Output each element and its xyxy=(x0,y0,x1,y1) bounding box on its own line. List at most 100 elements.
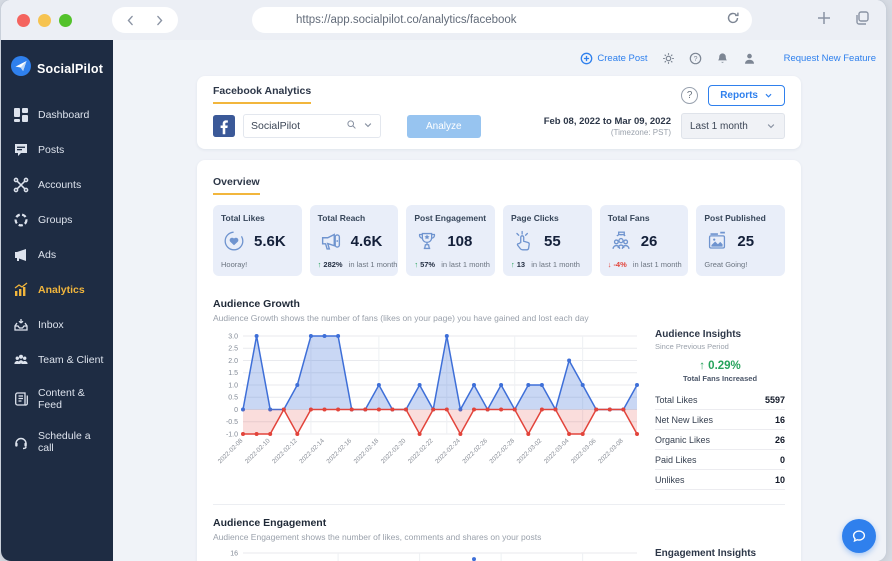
stat-footer: Great Going! xyxy=(704,260,748,269)
stat-footer: Hooray! xyxy=(221,260,248,269)
svg-text:2022-02-16: 2022-02-16 xyxy=(325,437,353,465)
audience-insights-panel: Audience Insights Since Previous Period … xyxy=(655,329,785,490)
close-window-button[interactable] xyxy=(17,13,30,27)
create-post-button[interactable]: Create Post xyxy=(580,52,648,65)
svg-text:-1.0: -1.0 xyxy=(226,431,238,438)
bell-icon[interactable] xyxy=(716,52,729,65)
minimize-window-button[interactable] xyxy=(38,13,51,27)
request-new-feature-label: Request New Feature xyxy=(783,52,876,64)
brand-name: SocialPilot xyxy=(37,61,104,76)
browser-nav xyxy=(112,7,178,33)
audience-growth-chart: 3.0 2.5 2.0 1.5 1.0 0.5 0 -0.5 -1.0 2022-02-08 202… xyxy=(213,329,645,490)
sidebar-item-schedule-a-call[interactable]: Schedule a call xyxy=(1,420,113,463)
sidebar-nav: Dashboard Posts Accounts Groups Ads Anal… xyxy=(1,97,113,463)
audience-growth-chart-svg: 3.02.52.01.51.00.50-0.5-1.02022-02-08 202… xyxy=(217,333,639,465)
svg-text:2022-03-08: 2022-03-08 xyxy=(597,437,625,465)
stat-card-post-engagement[interactable]: Post Engagement 108 ↑ 57% in last 1 month xyxy=(406,205,496,276)
accounts-icon xyxy=(13,177,29,193)
sidebar-item-content-feed[interactable]: Content & Feed xyxy=(1,377,113,420)
insights-subtitle: Since Previous Period xyxy=(655,342,729,351)
svg-text:-0.5: -0.5 xyxy=(226,419,238,426)
help-circle-icon[interactable]: ? xyxy=(681,87,699,104)
svg-text:2022-02-14: 2022-02-14 xyxy=(298,437,326,465)
stat-footer: ↑ 282% in last 1 month xyxy=(317,260,398,269)
svg-text:2022-02-10: 2022-02-10 xyxy=(244,437,272,465)
sidebar-item-accounts[interactable]: Accounts xyxy=(1,167,113,202)
request-new-feature-link[interactable]: Request New Feature xyxy=(784,53,876,64)
svg-text:?: ? xyxy=(693,55,697,62)
svg-text:2.5: 2.5 xyxy=(228,346,238,353)
insights-title: Audience Insights xyxy=(655,329,742,340)
create-post-icon xyxy=(580,52,593,65)
insight-row-paid-likes: Paid Likes 0 xyxy=(655,450,785,470)
tab-facebook-analytics[interactable]: Facebook Analytics xyxy=(213,85,312,104)
insight-row-net-new-likes: Net New Likes 16 xyxy=(655,410,785,430)
app-body: SocialPilot Dashboard Posts Accounts Gro… xyxy=(1,40,886,561)
schedule-icon xyxy=(13,434,29,450)
timezone: (Timezone: PST) xyxy=(610,127,671,137)
section-description: Audience Growth shows the number of fans… xyxy=(213,313,589,323)
reload-icon[interactable] xyxy=(726,11,740,30)
insight-row-total-likes: Total Likes 5597 xyxy=(655,390,785,410)
analyze-button[interactable]: Analyze xyxy=(407,114,481,138)
audience-engagement-chart: 16141210864202022-02-082022-02-102022-02… xyxy=(213,548,645,561)
clicks-icon xyxy=(511,228,537,254)
insight-row-organic-likes: Organic Likes 26 xyxy=(655,430,785,450)
svg-text:0.5: 0.5 xyxy=(228,395,238,402)
screen: https://app.socialpilot.co/analytics/fac… xyxy=(0,0,892,561)
content-column: Facebook Analytics ? Reports SocialPilot… xyxy=(197,76,801,561)
reports-label: Reports xyxy=(720,90,758,101)
url-text[interactable]: https://app.socialpilot.co/analytics/fac… xyxy=(296,14,726,26)
sidebar-item-inbox[interactable]: Inbox xyxy=(1,307,113,342)
svg-text:3.0: 3.0 xyxy=(228,333,238,340)
tab-overview[interactable]: Overview xyxy=(213,176,260,195)
period-select[interactable]: Last 1 month xyxy=(681,113,785,139)
forward-icon[interactable] xyxy=(153,14,166,27)
tabs-icon[interactable] xyxy=(854,10,870,31)
content-icon xyxy=(13,391,29,407)
chrome-actions xyxy=(816,10,870,31)
stat-card-total-reach[interactable]: Total Reach 4.6K ↑ 282% in last 1 month xyxy=(309,205,399,276)
up-arrow-icon: ↑ xyxy=(511,260,515,269)
groups-icon xyxy=(13,212,29,228)
section-description: Audience Engagement shows the number of … xyxy=(213,532,542,542)
address-bar[interactable]: https://app.socialpilot.co/analytics/fac… xyxy=(252,7,752,33)
back-icon[interactable] xyxy=(124,14,137,27)
help-icon[interactable]: ? xyxy=(689,52,702,65)
svg-text:2022-02-18: 2022-02-18 xyxy=(353,437,381,465)
engagement-icon xyxy=(414,228,440,254)
analytics-main-card: Overview Total Likes 5.6K Hooray! Total … xyxy=(197,160,801,561)
chat-button[interactable] xyxy=(842,519,876,553)
svg-text:16: 16 xyxy=(230,550,238,557)
sidebar-item-analytics[interactable]: Analytics xyxy=(1,272,113,307)
sidebar-item-posts[interactable]: Posts xyxy=(1,132,113,167)
browser-chrome: https://app.socialpilot.co/analytics/fac… xyxy=(1,0,886,40)
stat-card-post-published[interactable]: Post Published 25 Great Going! xyxy=(696,205,786,276)
audience-engagement-section: Audience Engagement Audience Engagement … xyxy=(213,504,785,561)
analytics-icon xyxy=(13,281,29,298)
svg-text:2022-02-28: 2022-02-28 xyxy=(488,437,516,465)
user-icon[interactable] xyxy=(743,52,756,65)
sidebar-item-team-client[interactable]: Team & Client xyxy=(1,342,113,377)
reports-button[interactable]: Reports xyxy=(708,85,785,106)
gear-icon[interactable] xyxy=(662,52,675,65)
sidebar-item-dashboard[interactable]: Dashboard xyxy=(1,97,113,132)
stat-footer: ↓ -4% in last 1 month xyxy=(607,260,682,269)
sidebar-item-ads[interactable]: Ads xyxy=(1,237,113,272)
maximize-window-button[interactable] xyxy=(59,13,72,27)
reach-icon xyxy=(318,228,344,254)
stat-card-page-clicks[interactable]: Page Clicks 55 ↑ 13 in last 1 month xyxy=(503,205,592,276)
up-arrow-icon: ↑ xyxy=(699,360,705,372)
search-icon xyxy=(346,117,357,135)
stat-footer: ↑ 57% in last 1 month xyxy=(414,260,490,269)
new-tab-icon[interactable] xyxy=(816,10,832,31)
section-title: Audience Growth xyxy=(213,298,300,310)
stat-card-total-fans[interactable]: Total Fans 26 ↓ -4% in last 1 month xyxy=(599,205,689,276)
section-title: Audience Engagement xyxy=(213,517,327,529)
account-name: SocialPilot xyxy=(251,120,301,132)
sidebar: SocialPilot Dashboard Posts Accounts Gro… xyxy=(1,40,113,561)
account-select[interactable]: SocialPilot xyxy=(243,114,381,138)
brand[interactable]: SocialPilot xyxy=(1,52,113,97)
sidebar-item-groups[interactable]: Groups xyxy=(1,202,113,237)
stat-card-total-likes[interactable]: Total Likes 5.6K Hooray! xyxy=(213,205,302,276)
